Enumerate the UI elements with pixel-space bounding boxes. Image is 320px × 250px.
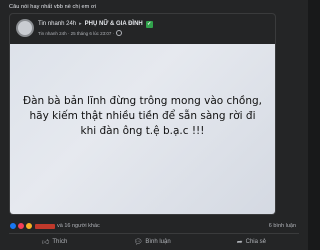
thumbs-up-icon: 👍︎ xyxy=(42,238,50,246)
page-name-link[interactable]: Tin nhanh 24h xyxy=(38,21,76,27)
post-timestamp[interactable]: Tin nhanh 24h · 25 tháng 6 lúc 23:07 · xyxy=(38,31,114,36)
reaction-others-count: và 16 người khác xyxy=(57,223,100,229)
page-avatar[interactable] xyxy=(16,19,34,37)
like-button[interactable]: 👍︎ Thích xyxy=(42,239,67,246)
share-button[interactable]: ➦ Chia sẻ xyxy=(237,239,266,246)
avatar-image xyxy=(18,21,32,35)
post-meta: Tin nhanh 24h · 25 tháng 6 lúc 23:07 · xyxy=(38,30,123,36)
globe-icon xyxy=(116,30,123,36)
share-label: Chia sẻ xyxy=(245,239,266,245)
image-quote-text: Đàn bà bản lĩnh đừng trông mong vào chồn… xyxy=(22,95,263,137)
haha-reaction-icon xyxy=(25,222,33,230)
shared-post-header: Tin nhanh 24h ▸ PHỤ NỮ & GIA ĐÌNH ✓ xyxy=(38,20,153,28)
redacted-names xyxy=(35,223,55,229)
comment-button[interactable]: 💬︎ Bình luận xyxy=(133,239,170,246)
divider xyxy=(9,233,299,234)
post-actions: 👍︎ Thích 💬︎ Bình luận ➦ Chia sẻ xyxy=(9,235,299,249)
reaction-summary[interactable]: và 16 người khác xyxy=(9,222,100,230)
post-caption: Câu nói hay nhất vbb nè chị em ơi xyxy=(9,4,97,10)
comment-icon: 💬︎ xyxy=(133,238,143,246)
post-image[interactable]: Đàn bà bản lĩnh đừng trông mong vào chồn… xyxy=(10,44,275,214)
like-label: Thích xyxy=(52,239,68,245)
verified-check-icon: ✓ xyxy=(145,20,153,28)
shared-post-card[interactable]: Tin nhanh 24h ▸ PHỤ NỮ & GIA ĐÌNH ✓ Tin … xyxy=(9,13,276,215)
comment-count[interactable]: 6 bình luận xyxy=(269,223,296,229)
comment-label: Bình luận xyxy=(145,239,171,245)
group-name-link[interactable]: PHỤ NỮ & GIA ĐÌNH xyxy=(85,21,143,27)
share-icon: ➦ xyxy=(236,238,243,246)
reactions-bar: và 16 người khác 6 bình luận xyxy=(9,222,296,230)
like-reaction-icon xyxy=(9,222,17,230)
love-reaction-icon xyxy=(17,222,25,230)
arrow-right-icon: ▸ xyxy=(79,21,82,27)
feed-post: Câu nói hay nhất vbb nè chị em ơi Tin nh… xyxy=(0,0,308,250)
